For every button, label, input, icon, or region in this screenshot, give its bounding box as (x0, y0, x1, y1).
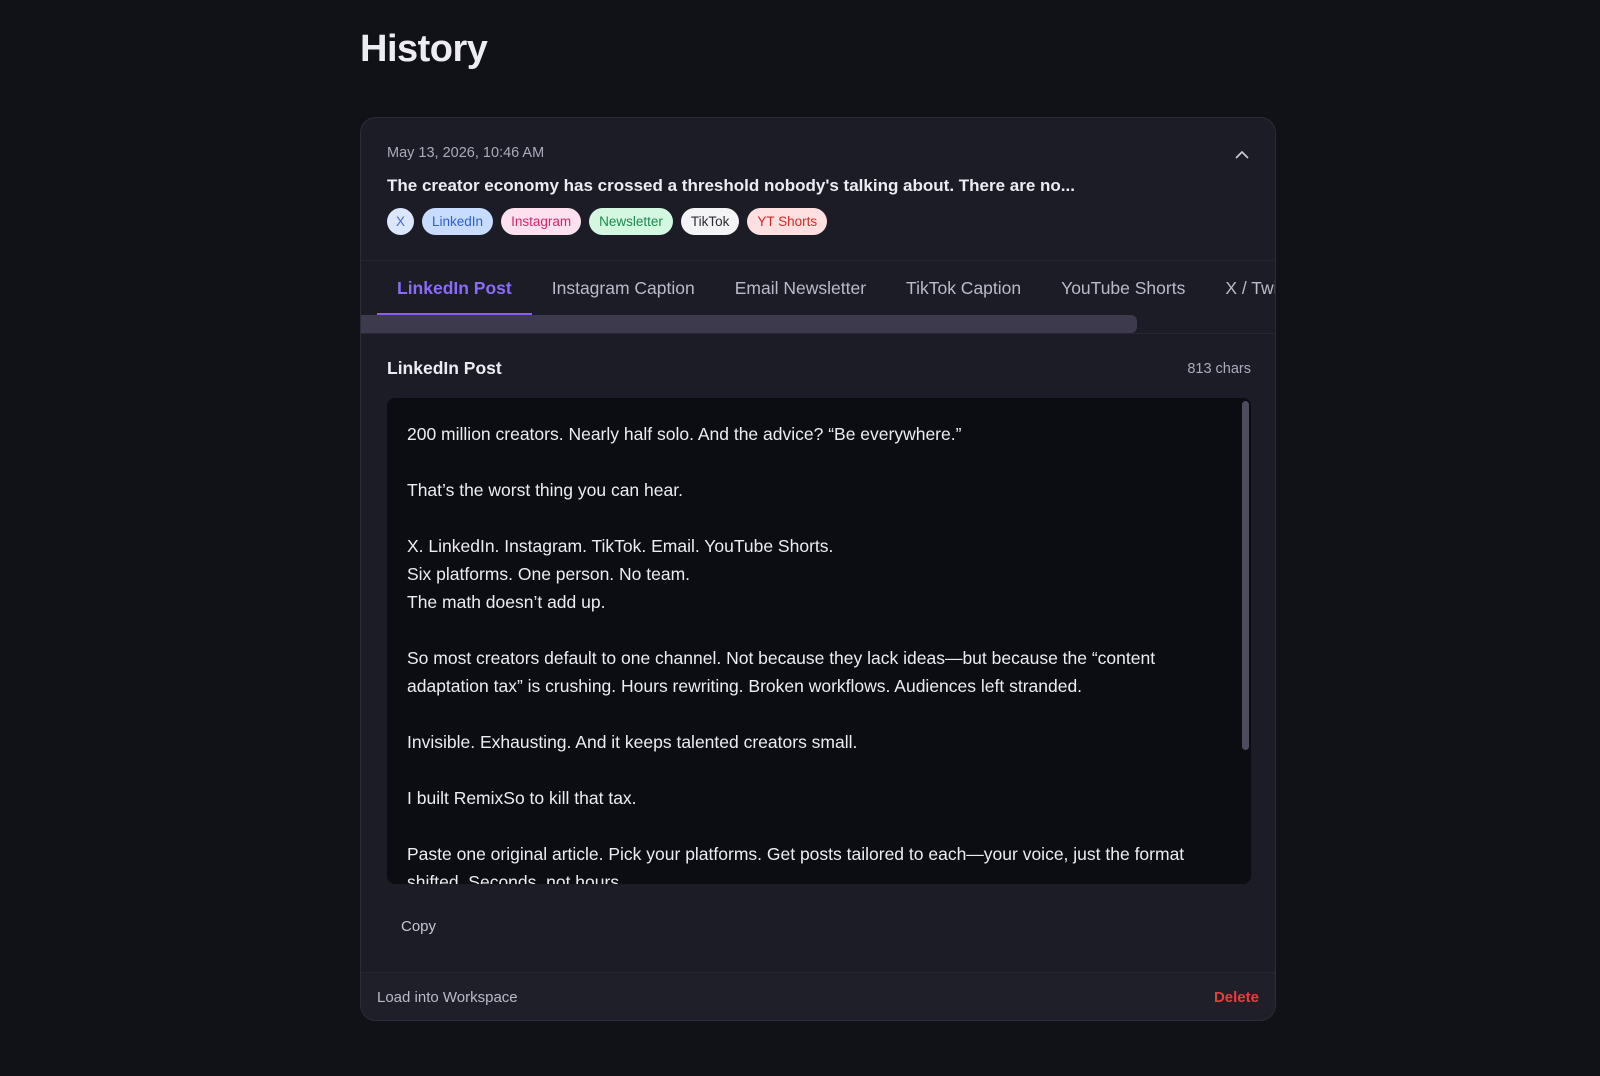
tab-instagram-caption[interactable]: Instagram Caption (532, 261, 715, 315)
chevron-up-icon[interactable] (1233, 145, 1251, 163)
tab-linkedin-post[interactable]: LinkedIn Post (377, 261, 532, 315)
output-line: So most creators default to one channel.… (407, 648, 1156, 696)
platform-chip-tiktok: TikTok (680, 208, 740, 235)
output-paragraph: 200 million creators. Nearly half solo. … (407, 420, 1217, 448)
platform-chip-newsletter: Newsletter (589, 208, 673, 235)
page-title: History (360, 28, 488, 70)
output-content[interactable]: 200 million creators. Nearly half solo. … (387, 398, 1251, 884)
output-line: The math doesn’t add up. (407, 592, 606, 612)
tab-x-twitter[interactable]: X / Twitter (1205, 261, 1275, 315)
output-paragraph: Paste one original article. Pick your pl… (407, 840, 1217, 884)
entry-timestamp: May 13, 2026, 10:46 AM (387, 145, 545, 161)
platform-chip-instagram: Instagram (501, 208, 582, 235)
load-into-workspace-button[interactable]: Load into Workspace (377, 989, 518, 1006)
output-line: Six platforms. One person. No team. (407, 564, 691, 584)
output-line: 200 million creators. Nearly half solo. … (407, 424, 962, 444)
output-paragraph: That’s the worst thing you can hear. (407, 476, 1217, 504)
output-paragraph: X. LinkedIn. Instagram. TikTok. Email. Y… (407, 532, 1217, 616)
output-line: X. LinkedIn. Instagram. TikTok. Email. Y… (407, 536, 834, 556)
output-text: 200 million creators. Nearly half solo. … (407, 420, 1217, 884)
tab-youtube-shorts[interactable]: YouTube Shorts (1041, 261, 1205, 315)
copy-button[interactable]: Copy (401, 918, 436, 935)
history-entry-card: May 13, 2026, 10:46 AM The creator econo… (360, 117, 1276, 1021)
tabs-scrollbar[interactable] (361, 315, 1137, 333)
entry-snippet: The creator economy has crossed a thresh… (387, 176, 1075, 195)
output-line: That’s the worst thing you can hear. (407, 480, 683, 500)
content-scrollbar[interactable] (1242, 401, 1249, 750)
output-line: Invisible. Exhausting. And it keeps tale… (407, 732, 858, 752)
platform-chip-x: X (387, 208, 415, 235)
output-title: LinkedIn Post (387, 358, 502, 378)
entry-footer: Load into Workspace Delete (361, 972, 1275, 1020)
history-page: History May 13, 2026, 10:46 AM The creat… (0, 0, 1600, 1076)
tab-email-newsletter[interactable]: Email Newsletter (715, 261, 886, 315)
output-paragraph: Invisible. Exhausting. And it keeps tale… (407, 728, 1217, 756)
platform-chip-ytshorts: YT Shorts (747, 208, 828, 235)
char-count: 813 chars (1187, 361, 1251, 377)
entry-header[interactable]: May 13, 2026, 10:46 AM The creator econo… (361, 118, 1275, 260)
output-paragraph: So most creators default to one channel.… (407, 644, 1217, 700)
platform-chips: X LinkedIn Instagram Newsletter TikTok YT Sho… (387, 208, 828, 235)
tab-row: LinkedIn Post Instagram Caption Email News… (377, 261, 1275, 315)
tab-tiktok-caption[interactable]: TikTok Caption (886, 261, 1041, 315)
output-line: Paste one original article. Pick your pl… (407, 844, 1185, 884)
platform-chip-linkedin: LinkedIn (422, 208, 494, 235)
delete-button[interactable]: Delete (1214, 989, 1259, 1006)
output-line: I built RemixSo to kill that tax. (407, 788, 637, 808)
output-paragraph: I built RemixSo to kill that tax. (407, 784, 1217, 812)
output-tabs: LinkedIn Post Instagram Caption Email News… (361, 260, 1275, 334)
